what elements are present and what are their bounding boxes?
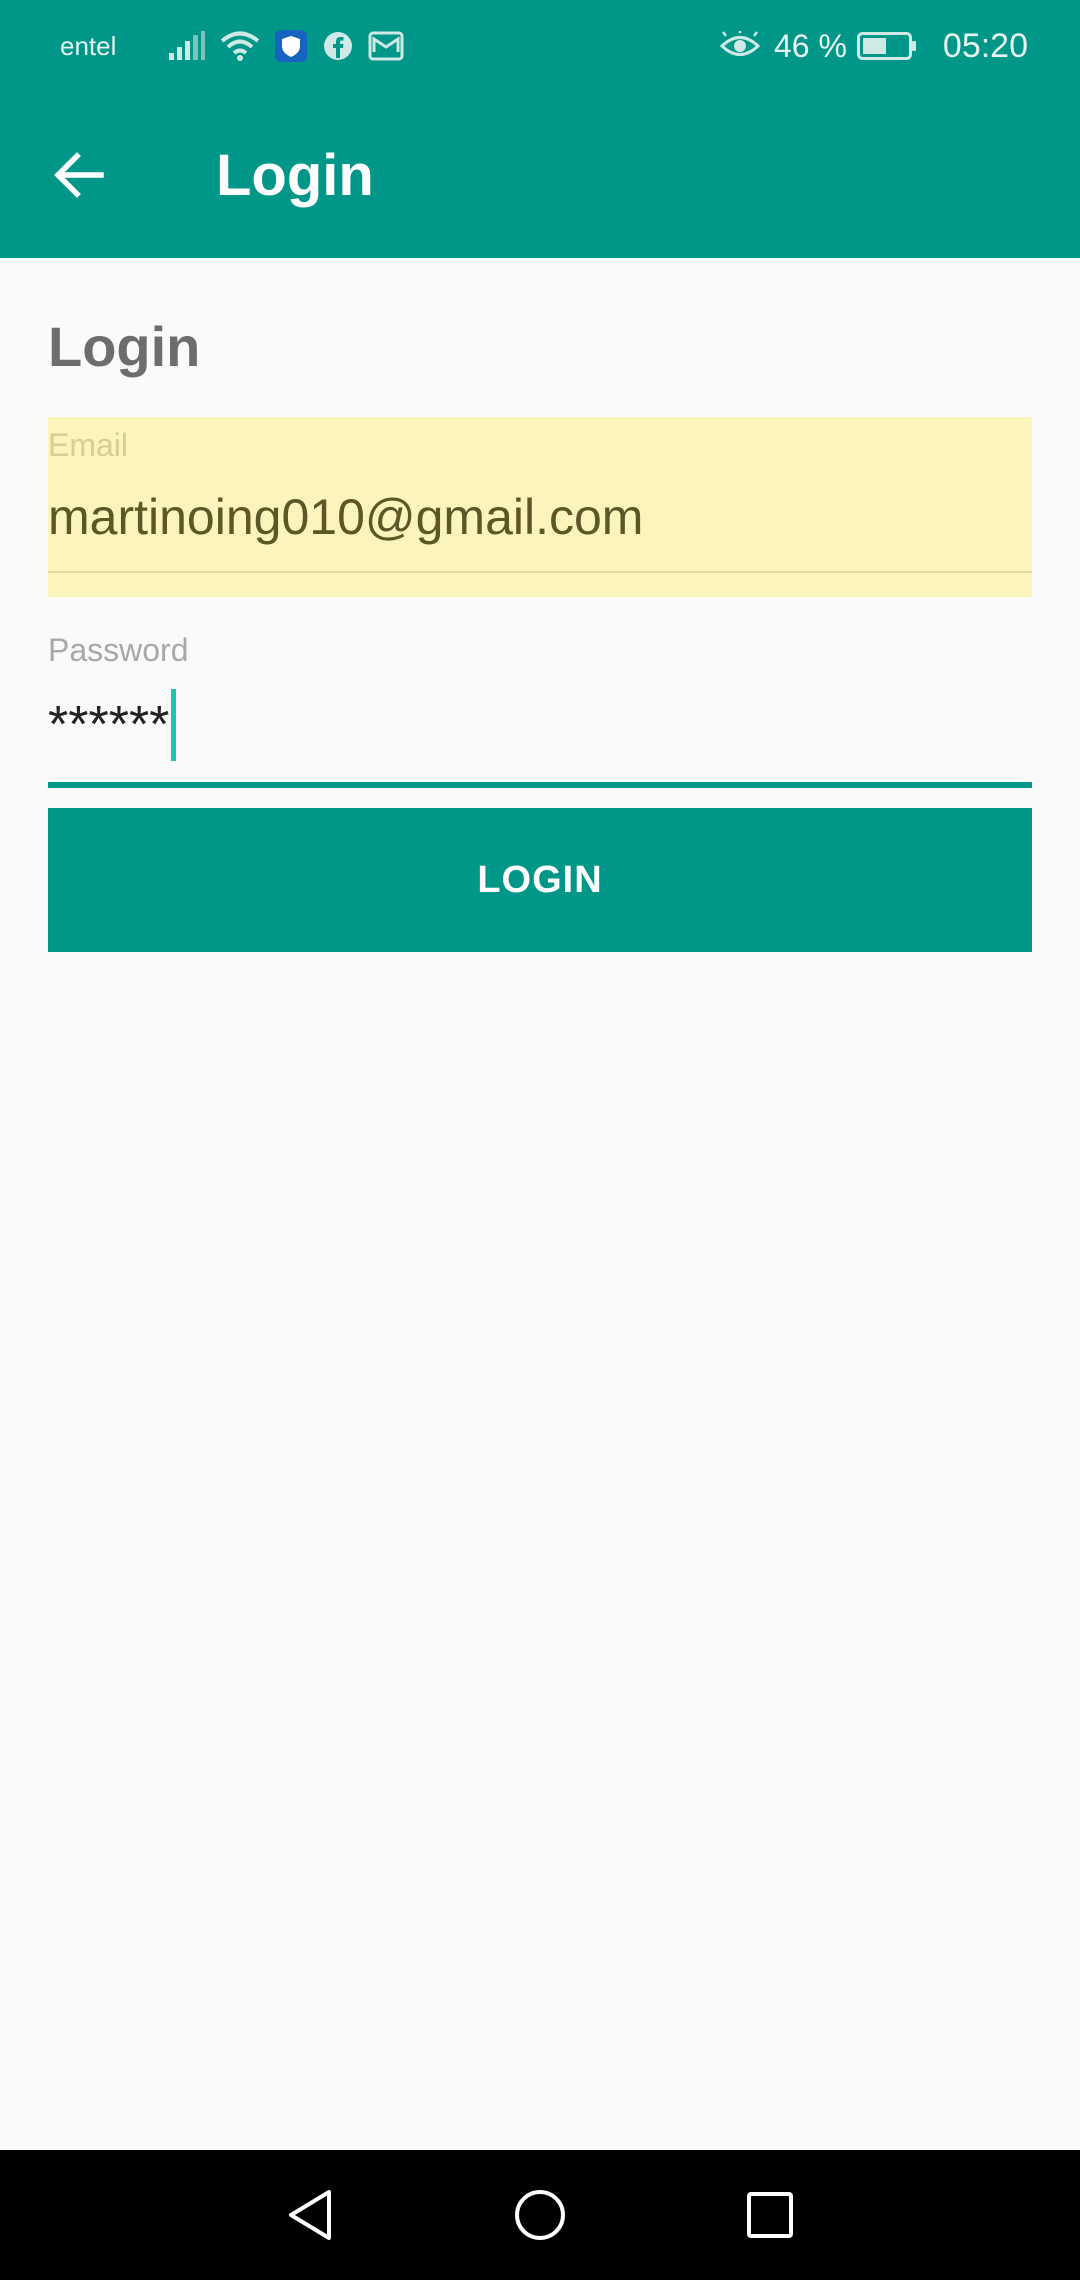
nav-recents-button[interactable] <box>655 2150 885 2280</box>
nav-home-button[interactable] <box>425 2150 655 2280</box>
password-masked-value: ****** <box>48 696 170 754</box>
password-label: Password <box>48 632 189 668</box>
email-field[interactable]: Email <box>48 417 1032 597</box>
email-label: Email <box>48 427 129 463</box>
back-button[interactable] <box>0 92 170 258</box>
login-button[interactable]: LOGIN <box>48 808 1032 952</box>
facebook-icon <box>322 30 354 62</box>
carrier-name: entel <box>60 30 117 61</box>
signal-icon <box>168 31 206 61</box>
home-nav-icon <box>515 2190 565 2240</box>
email-underline <box>48 571 1032 573</box>
status-left: entel <box>60 29 418 63</box>
status-right: 46 % 05:20 <box>719 26 1028 66</box>
shield-app-icon <box>274 29 308 63</box>
wifi-icon <box>220 30 260 62</box>
clock: 05:20 <box>942 26 1028 65</box>
navigation-bar <box>0 2150 1080 2280</box>
password-input[interactable]: ****** <box>48 689 177 761</box>
app-bar: Login <box>0 92 1080 258</box>
mail-icon <box>368 30 404 62</box>
back-nav-icon <box>289 2190 331 2240</box>
page-heading: Login <box>48 315 201 378</box>
login-screen: entel 46 % 05:20 Login Login Email marti… <box>0 0 1080 2280</box>
battery-percent: 46 % <box>773 27 847 64</box>
eye-icon <box>719 31 760 61</box>
text-caret <box>171 689 177 761</box>
password-field[interactable]: Password ****** <box>48 618 1032 778</box>
app-bar-title: Login <box>216 142 374 208</box>
status-bar: entel 46 % 05:20 <box>0 0 1080 92</box>
email-input[interactable] <box>48 477 1032 557</box>
recents-nav-icon <box>747 2192 793 2238</box>
password-underline <box>48 782 1032 788</box>
battery-icon <box>856 31 917 61</box>
arrow-back-icon <box>54 152 104 198</box>
nav-back-button[interactable] <box>195 2150 425 2280</box>
